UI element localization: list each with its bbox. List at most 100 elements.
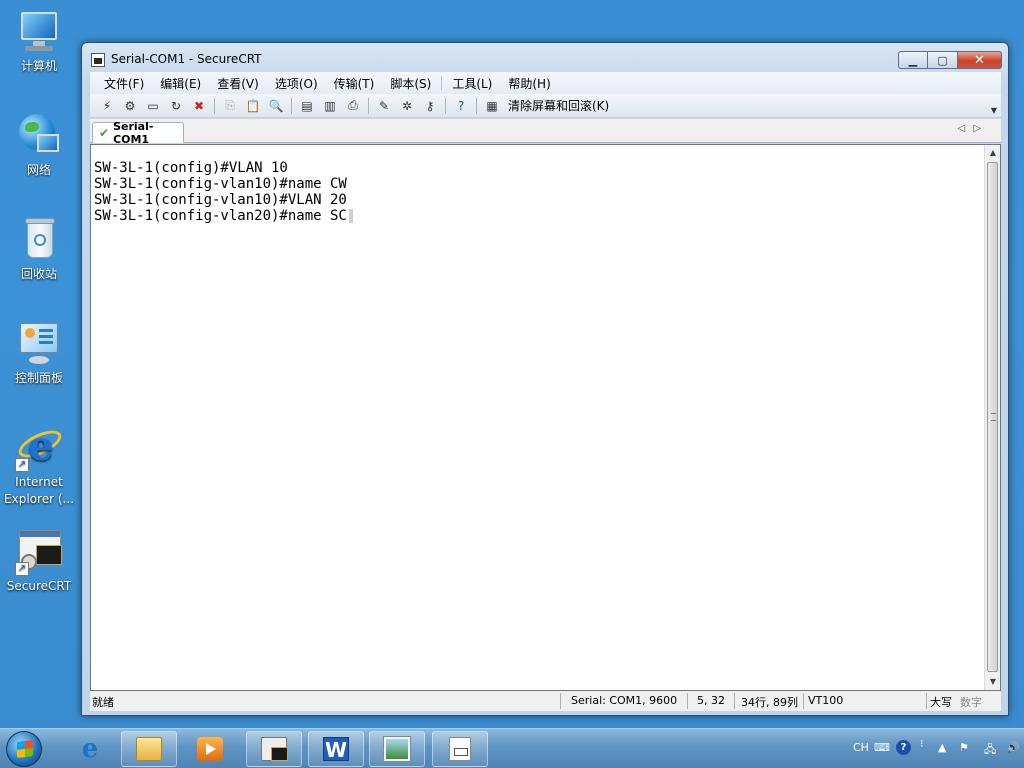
copy-icon: ⎘ <box>225 98 235 112</box>
tab-scroll-arrows[interactable]: ◁▷ <box>958 123 989 134</box>
close-icon: ✕ <box>974 52 985 68</box>
scroll-down-icon[interactable]: ▼ <box>985 674 1001 690</box>
session-options-button[interactable]: ✎ <box>375 97 393 115</box>
taskbar-wps-writer[interactable]: W <box>308 731 364 767</box>
computer-icon <box>15 8 63 56</box>
keymap-button[interactable]: ⚷ <box>421 97 439 115</box>
volume-icon[interactable]: 🔊 <box>1006 741 1020 754</box>
action-center-flag-icon[interactable]: ⚑ <box>959 741 969 754</box>
menu-view[interactable]: 查看(V) <box>217 75 259 92</box>
connect-tab-button[interactable]: ▭ <box>144 97 162 115</box>
show-hidden-icons[interactable]: ▲ <box>938 741 946 754</box>
minimize-icon: ▁ <box>908 53 918 67</box>
tab-scroll-left-icon[interactable]: ◁ <box>958 123 974 134</box>
clear-screen-icon-button[interactable]: ▦ <box>483 97 501 115</box>
desktop-icon-securecrt[interactable]: ↗ SecureCRT <box>2 528 76 595</box>
shortcut-arrow-icon: ↗ <box>15 458 29 472</box>
menu-transfer[interactable]: 传输(T) <box>334 75 375 92</box>
toolbar-separator <box>291 97 292 114</box>
help-tray-icon[interactable]: ? <box>896 740 911 755</box>
taskbar-file-explorer[interactable] <box>121 731 177 767</box>
key-icon: ⚷ <box>425 98 435 113</box>
internet-explorer-icon: e ↗ <box>14 424 66 472</box>
desktop-icon-label: 回收站 <box>20 267 57 281</box>
taskbar-picture-viewer[interactable] <box>369 731 425 767</box>
desktop-icon-recycle-bin[interactable]: 回收站 <box>2 216 76 283</box>
start-button[interactable] <box>6 731 42 767</box>
terminal-output[interactable]: SW-3L-1(config)#VLAN 10 SW-3L-1(config-vl… <box>94 160 982 690</box>
vertical-scrollbar[interactable]: ▲ ▼ <box>984 145 1000 690</box>
desktop-icon-internet-explorer[interactable]: e ↗ Internet Explorer (... <box>2 424 76 508</box>
menu-tools[interactable]: 工具(L) <box>452 75 492 92</box>
toolbar-separator <box>214 97 215 114</box>
find-icon: 🔍 <box>268 98 284 113</box>
securecrt-icon <box>261 737 288 761</box>
find-button[interactable]: 🔍 <box>267 97 285 115</box>
menu-edit[interactable]: 编辑(E) <box>160 75 201 92</box>
taskbar-securecrt[interactable] <box>246 731 302 767</box>
status-connection: Serial: COM1, 9600 <box>571 694 678 707</box>
help-button[interactable]: ? <box>452 97 470 115</box>
maximize-icon: ▢ <box>937 53 948 67</box>
print-selection-icon: ▥ <box>324 98 336 113</box>
terminal-cursor <box>348 209 353 223</box>
network-icon <box>15 112 63 160</box>
print-selection-button[interactable]: ▥ <box>321 97 339 115</box>
global-options-icon: ✲ <box>401 98 413 113</box>
securecrt-icon: ↗ <box>15 528 63 576</box>
taskbar-media-player[interactable] <box>190 731 230 767</box>
document-icon <box>449 737 471 761</box>
print-button[interactable]: ⎙ <box>344 97 362 115</box>
clear-screen-button[interactable]: 清除屏幕和回滚(K) <box>508 97 609 114</box>
menu-separator <box>441 76 443 90</box>
network-tray-icon[interactable]: 🖧 <box>984 741 996 760</box>
connect-icon: ⚡ <box>102 98 112 113</box>
picture-icon <box>383 736 411 762</box>
maximize-button[interactable]: ▢ <box>928 51 958 69</box>
desktop-icon-label: 控制面板 <box>14 371 63 385</box>
scroll-up-icon[interactable]: ▲ <box>985 145 1001 161</box>
global-options-button[interactable]: ✲ <box>398 97 416 115</box>
toolbar-overflow-icon[interactable]: ▼ <box>991 106 997 115</box>
word-icon: W <box>323 737 349 762</box>
desktop-icon-label: 网络 <box>26 163 51 177</box>
app-icon[interactable] <box>91 53 105 67</box>
terminal-line: SW-3L-1(config-vlan20)#name SC <box>94 208 347 224</box>
desktop-icon-control-panel[interactable]: 控制面板 <box>2 320 76 387</box>
desktop-icon-computer[interactable]: 计算机 <box>2 8 76 75</box>
desktop-icon-network[interactable]: 网络 <box>2 112 76 179</box>
disconnect-button[interactable]: ✖ <box>190 97 208 115</box>
system-tray: CH ⌨ ? ⁝ ▲ ⚑ 🖧 🔊 <box>824 729 1024 768</box>
status-ready: 就绪 <box>92 696 114 709</box>
tab-scroll-right-icon[interactable]: ▷ <box>973 123 989 134</box>
reconnect-button[interactable]: ↻ <box>167 97 185 115</box>
desktop-icon-label: SecureCRT <box>6 579 72 593</box>
desktop-icon-label: 计算机 <box>20 59 57 73</box>
recycle-bin-icon <box>15 216 63 264</box>
tab-serial-com1[interactable]: ✔ Serial-COM1 <box>92 120 184 146</box>
minimize-button[interactable]: ▁ <box>898 51 928 69</box>
terminal-area[interactable]: SW-3L-1(config)#VLAN 10 SW-3L-1(config-vl… <box>90 144 1001 691</box>
status-emulation: VT100 <box>808 694 844 707</box>
tab-bar: ✔ Serial-COM1 ◁▷ <box>90 119 1001 146</box>
connect-button[interactable]: ⚡ <box>98 97 116 115</box>
help-icon: ? <box>457 98 465 113</box>
scrollbar-thumb[interactable] <box>987 162 998 672</box>
ime-options-icon[interactable]: ⁝ <box>920 737 924 750</box>
menu-script[interactable]: 脚本(S) <box>390 75 431 92</box>
quick-connect-button[interactable]: ⚙ <box>121 97 139 115</box>
keyboard-icon[interactable]: ⌨ <box>874 741 890 754</box>
taskbar-document[interactable] <box>432 731 488 767</box>
menu-options[interactable]: 选项(O) <box>275 75 318 92</box>
terminal-line: SW-3L-1(config)#VLAN 10 <box>94 160 288 176</box>
language-indicator[interactable]: CH <box>853 741 869 754</box>
paste-button[interactable]: 📋 <box>244 97 262 115</box>
copy-button[interactable]: ⎘ <box>221 97 239 115</box>
taskbar-internet-explorer[interactable]: e <box>70 731 110 767</box>
print-screen-button[interactable]: ▤ <box>298 97 316 115</box>
menu-help[interactable]: 帮助(H) <box>508 75 550 92</box>
close-button[interactable]: ✕ <box>958 51 1002 69</box>
status-terminal-size: 34行, 89列 <box>741 696 798 709</box>
internet-explorer-icon: e <box>81 734 99 764</box>
menu-file[interactable]: 文件(F) <box>104 75 144 92</box>
